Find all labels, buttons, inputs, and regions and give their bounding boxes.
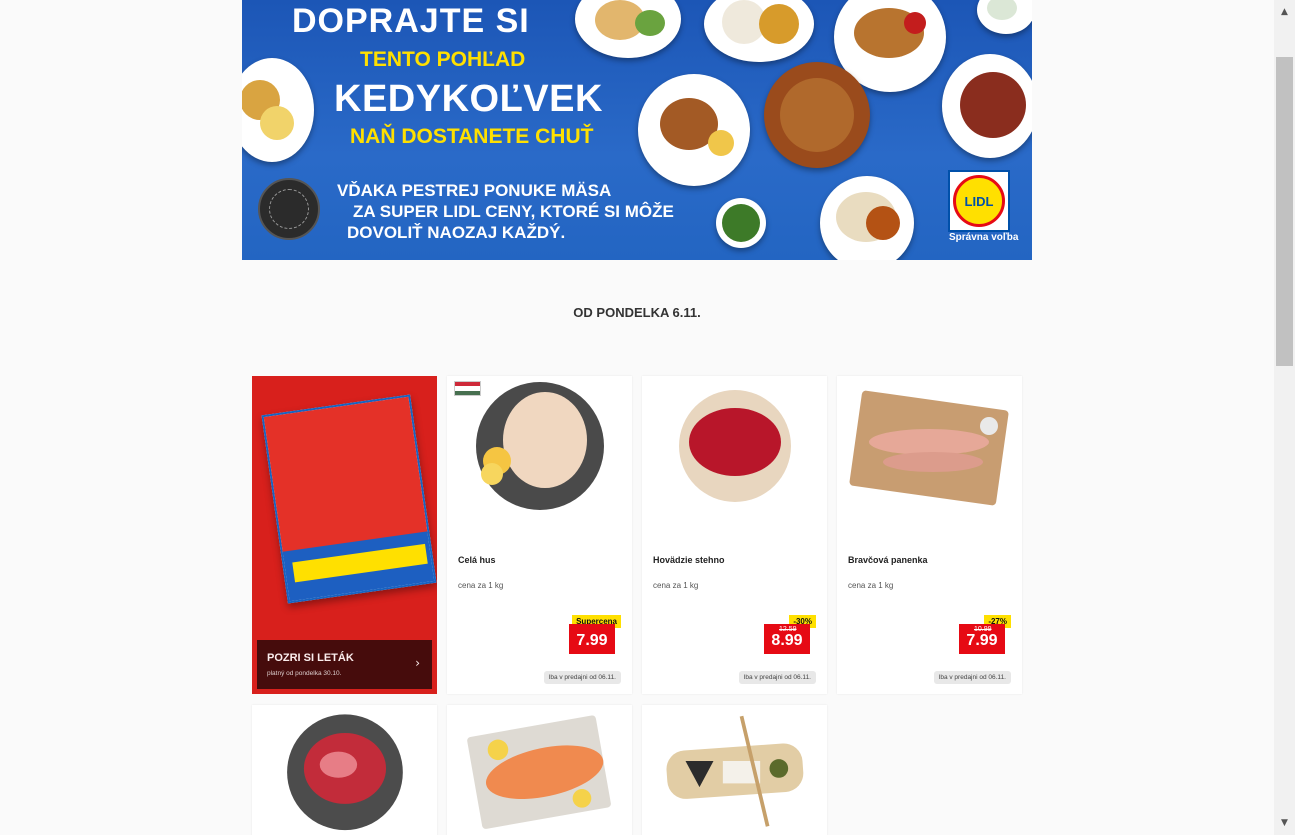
product-image <box>287 714 403 831</box>
product-image <box>467 715 611 829</box>
product-card[interactable] <box>252 705 437 835</box>
lidl-logo: LIDL <box>948 170 1010 232</box>
product-unit: cena za 1 kg <box>653 581 699 590</box>
scroll-down-icon[interactable]: ▼ <box>1274 813 1295 833</box>
product-name: Celá hus <box>458 555 496 565</box>
leaflet-card[interactable]: POZRI SI LETÁK platný od pondelka 30.10.… <box>252 376 437 694</box>
banner-body-text: VĎAKA PESTREJ PONUKE MÄSA ZA SUPER LIDL … <box>337 181 674 242</box>
food-plate-image <box>638 74 750 186</box>
food-plate-image <box>977 0 1032 34</box>
food-plate-image <box>942 54 1032 158</box>
food-plate-image <box>242 58 314 162</box>
scrollbar[interactable]: ▲ ▼ <box>1274 0 1295 835</box>
leaflet-link[interactable]: POZRI SI LETÁK platný od pondelka 30.10.… <box>257 640 432 689</box>
product-name: Bravčová panenka <box>848 555 928 565</box>
leaflet-title: POZRI SI LETÁK <box>267 652 354 664</box>
product-card[interactable]: Bravčová panenka cena za 1 kg -27% 10.99… <box>837 376 1022 694</box>
food-plate-image <box>704 0 814 62</box>
product-unit: cena za 1 kg <box>848 581 894 590</box>
promo-banner[interactable]: DOPRAJTE SI TENTO POHĽAD KEDYKOĽVEK NAŇ … <box>242 0 1032 260</box>
food-plate-image <box>716 198 766 248</box>
product-card[interactable] <box>447 705 632 835</box>
banner-headline: DOPRAJTE SI <box>292 2 530 40</box>
banner-subheadline: TENTO POHĽAD <box>360 48 526 71</box>
leaflet-validity: platný od pondelka 30.10. <box>267 670 342 677</box>
food-plate-image <box>820 176 914 260</box>
hungary-flag-icon <box>454 381 481 396</box>
availability-badge: Iba v predajni od 06.11. <box>933 671 1011 684</box>
lidl-tagline: Správna voľba <box>949 232 1019 243</box>
section-heading: OD PONDELKA 6.11. <box>573 305 701 320</box>
food-plate-image <box>575 0 681 58</box>
product-image <box>849 390 1009 506</box>
price: 7.99 <box>966 632 998 649</box>
product-image <box>666 715 804 827</box>
price-box: 10.99 7.99 <box>959 624 1005 654</box>
product-name: Hovädzie stehno <box>653 555 725 565</box>
product-image <box>476 382 604 510</box>
chevron-right-icon: › <box>415 656 420 670</box>
product-unit: cena za 1 kg <box>458 581 504 590</box>
scrollbar-thumb[interactable] <box>1276 57 1293 366</box>
product-card[interactable] <box>642 705 827 835</box>
availability-badge: Iba v predajni od 06.11. <box>543 671 621 684</box>
price-box: 12.59 8.99 <box>764 624 810 654</box>
product-card[interactable]: Celá hus cena za 1 kg Supercena 7.99 Iba… <box>447 376 632 694</box>
old-price: 12.59 <box>779 626 797 633</box>
food-plate-image <box>764 62 870 168</box>
product-card[interactable]: Hovädzie stehno cena za 1 kg -30% 12.59 … <box>642 376 827 694</box>
price: 7.99 <box>576 632 608 649</box>
price: 8.99 <box>771 632 803 649</box>
banner-headline-2: KEDYKOĽVEK <box>334 78 603 120</box>
butcher-badge-icon <box>258 178 320 240</box>
page: DOPRAJTE SI TENTO POHĽAD KEDYKOĽVEK NAŇ … <box>0 0 1295 835</box>
old-price: 10.99 <box>974 626 992 633</box>
product-image <box>679 390 791 502</box>
scroll-up-icon[interactable]: ▲ <box>1274 2 1295 22</box>
banner-subheadline-2: NAŇ DOSTANETE CHUŤ <box>350 125 594 148</box>
leaflet-cover-image <box>261 394 437 604</box>
price-box: 7.99 <box>569 624 615 654</box>
availability-badge: Iba v predajni od 06.11. <box>738 671 816 684</box>
